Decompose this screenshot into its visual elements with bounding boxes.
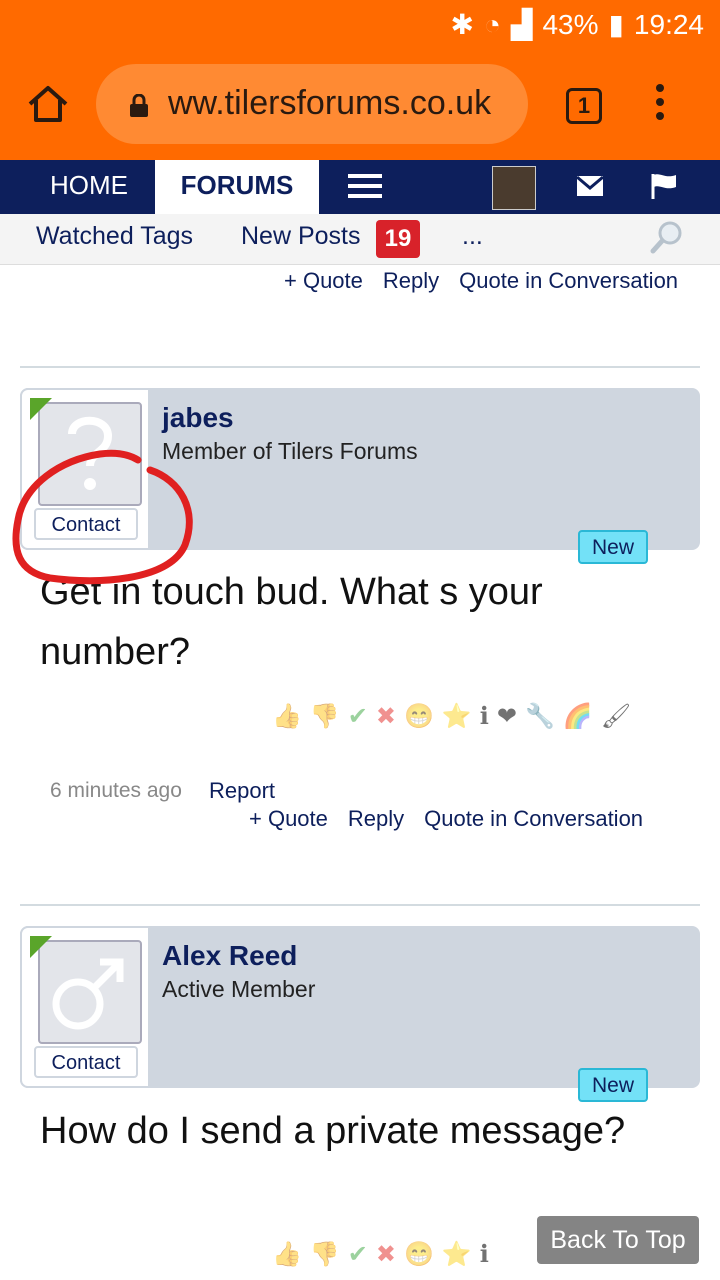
battery-icon: ▮ — [608, 9, 624, 40]
post-divider — [20, 366, 700, 368]
rainbow-icon[interactable]: 🌈 — [563, 702, 593, 731]
reply-link[interactable]: Reply — [383, 268, 439, 294]
post-timestamp[interactable]: 6 minutes ago — [50, 779, 182, 803]
useful-icon[interactable]: 🔧 — [525, 702, 555, 731]
winner-icon[interactable]: ⭐ — [442, 1240, 472, 1269]
funny-icon[interactable]: 😁 — [404, 702, 434, 731]
watched-tags-link[interactable]: Watched Tags — [36, 222, 193, 251]
wifi-icon: ◔ — [483, 8, 501, 40]
quote-link[interactable]: + Quote — [249, 806, 328, 832]
disagree-icon[interactable]: ✖ — [376, 1240, 396, 1269]
contact-button[interactable]: Contact — [34, 1046, 138, 1078]
home-icon[interactable] — [26, 82, 70, 126]
post-header: Contact Alex Reed Active Member New — [20, 926, 700, 1102]
disagree-icon[interactable]: ✖ — [376, 702, 396, 731]
dislike-icon[interactable]: 👎 — [310, 702, 340, 731]
clock: 19:24 — [633, 8, 704, 40]
sub-navbar: Watched Tags New Posts 19 ... — [0, 214, 720, 265]
reaction-bar: 👍 👎 ✔ ✖ 😁 ⭐ ℹ ❤ 🔧 🌈 🖌 — [272, 702, 631, 731]
hamburger-menu-icon[interactable] — [348, 174, 382, 204]
online-indicator — [30, 398, 52, 420]
more-menu-icon[interactable] — [656, 84, 670, 126]
lock-icon — [128, 93, 150, 123]
search-icon[interactable] — [650, 220, 684, 259]
post-user-title: Active Member — [162, 976, 316, 1002]
like-icon[interactable]: 👍 — [272, 1240, 302, 1269]
battery-percent: 43% — [542, 8, 599, 40]
creative-icon[interactable]: 🖌 — [601, 702, 631, 731]
info-icon[interactable]: ℹ — [480, 1240, 489, 1269]
love-icon[interactable]: ❤ — [497, 702, 517, 731]
nav-forums[interactable]: FORUMS — [155, 160, 319, 214]
post-user-title: Member of Tilers Forums — [162, 438, 418, 464]
signal-icon: ▟ — [510, 9, 533, 40]
new-posts-count-badge[interactable]: 19 — [376, 220, 420, 258]
post-actions: + Quote Reply Quote in Conversation — [249, 806, 643, 832]
reply-link[interactable]: Reply — [348, 806, 404, 832]
flag-icon[interactable] — [650, 172, 678, 205]
url-text: ww.tilersforums.co.uk — [168, 84, 492, 122]
new-badge: New — [578, 1068, 648, 1102]
new-posts-link[interactable]: New Posts — [241, 222, 360, 251]
tab-switcher-button[interactable]: 1 — [566, 88, 602, 124]
status-bar: ✱ ◔ ▟ 43% ▮ 19:24 — [0, 0, 720, 48]
more-link[interactable]: ... — [462, 222, 483, 251]
dislike-icon[interactable]: 👎 — [310, 1240, 340, 1269]
online-indicator — [30, 936, 52, 958]
agree-icon[interactable]: ✔ — [348, 1240, 368, 1269]
post-username[interactable]: Alex Reed — [162, 940, 297, 972]
mail-icon[interactable] — [576, 174, 604, 203]
post-actions-top: + Quote Reply Quote in Conversation — [284, 268, 678, 294]
quote-conversation-link[interactable]: Quote in Conversation — [424, 806, 643, 832]
browser-toolbar: ww.tilersforums.co.uk 1 — [0, 48, 720, 160]
bluetooth-icon: ✱ — [450, 9, 474, 40]
quote-conversation-link[interactable]: Quote in Conversation — [459, 268, 678, 294]
address-bar[interactable]: ww.tilersforums.co.uk — [96, 64, 528, 144]
post-username[interactable]: jabes — [162, 402, 234, 434]
report-link[interactable]: Report — [209, 778, 275, 804]
agree-icon[interactable]: ✔ — [348, 702, 368, 731]
user-avatar[interactable] — [492, 166, 536, 210]
winner-icon[interactable]: ⭐ — [442, 702, 472, 731]
nav-home[interactable]: HOME — [50, 170, 128, 201]
site-navbar: HOME FORUMS — [0, 160, 720, 214]
like-icon[interactable]: 👍 — [272, 702, 302, 731]
back-to-top-button[interactable]: Back To Top — [537, 1216, 699, 1264]
avatar[interactable] — [38, 940, 142, 1044]
avatar-card: Contact — [20, 926, 150, 1088]
reaction-bar: 👍 👎 ✔ ✖ 😁 ⭐ ℹ — [272, 1240, 489, 1269]
info-icon[interactable]: ℹ — [480, 702, 489, 731]
quote-link[interactable]: + Quote — [284, 268, 363, 294]
red-annotation-circle — [12, 449, 193, 585]
funny-icon[interactable]: 😁 — [404, 1240, 434, 1269]
post-body: How do I send a private message? — [40, 1110, 626, 1152]
new-badge: New — [578, 530, 648, 564]
post-divider — [20, 904, 700, 906]
